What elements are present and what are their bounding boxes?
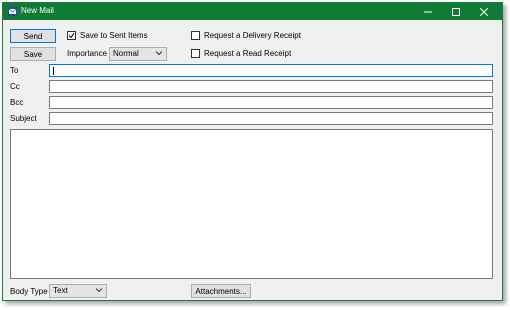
- bcc-field[interactable]: [49, 96, 493, 109]
- body-type-value: Text: [53, 286, 68, 295]
- cc-label: Cc: [10, 82, 20, 91]
- new-mail-window: New Mail Send Save to Sent Items Request…: [2, 2, 503, 301]
- title-bar[interactable]: New Mail: [3, 3, 502, 20]
- delivery-receipt-label: Request a Delivery Receipt: [204, 31, 301, 40]
- importance-label: Importance :: [67, 49, 112, 58]
- to-label: To: [10, 66, 19, 75]
- attachments-button[interactable]: Attachments...: [191, 284, 251, 298]
- importance-select[interactable]: Normal: [109, 47, 167, 61]
- save-button[interactable]: Save: [10, 47, 56, 61]
- chevron-down-icon: [155, 51, 163, 56]
- body-type-label: Body Type: [10, 287, 48, 296]
- read-receipt-checkbox[interactable]: [191, 49, 200, 58]
- to-field[interactable]: [49, 64, 493, 77]
- send-button[interactable]: Send: [10, 29, 56, 43]
- save-to-sent-checkbox[interactable]: [67, 31, 76, 40]
- maximize-icon: [452, 7, 460, 16]
- save-to-sent-label: Save to Sent Items: [80, 31, 148, 40]
- importance-value: Normal: [113, 49, 139, 58]
- subject-label: Subject: [10, 114, 37, 123]
- window-title: New Mail: [21, 6, 54, 15]
- cc-field[interactable]: [49, 80, 493, 93]
- minimize-icon: [424, 11, 432, 12]
- body-type-select[interactable]: Text: [49, 284, 107, 298]
- subject-field[interactable]: [49, 112, 493, 125]
- mail-app-icon: [8, 7, 17, 16]
- read-receipt-label: Request a Read Receipt: [204, 49, 292, 58]
- minimize-button[interactable]: [415, 3, 441, 20]
- checkmark-icon: [68, 32, 75, 39]
- close-button[interactable]: [471, 3, 497, 20]
- bcc-label: Bcc: [10, 98, 24, 107]
- maximize-button[interactable]: [443, 3, 469, 20]
- message-body[interactable]: [10, 129, 493, 279]
- chevron-down-icon: [95, 288, 103, 293]
- text-caret: [53, 67, 54, 75]
- close-icon: [480, 7, 488, 16]
- delivery-receipt-checkbox[interactable]: [191, 31, 200, 40]
